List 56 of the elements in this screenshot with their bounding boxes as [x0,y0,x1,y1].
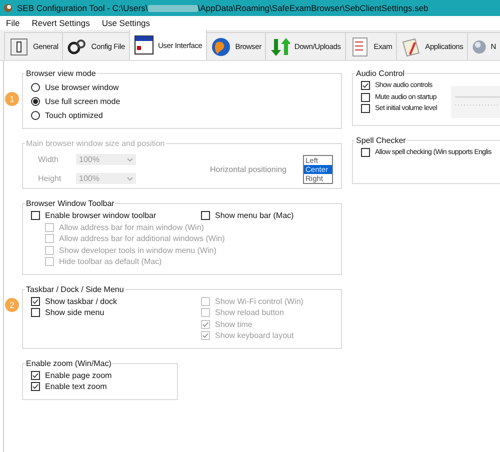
step-badge: 2 [5,298,19,312]
radio-label: Use browser window [45,82,119,92]
group-title: Spell Checker [355,136,407,145]
group-title: Audio Control [355,69,406,78]
field-label: Horizontal positioning [210,164,286,174]
radio-button[interactable] [31,96,40,106]
checkbox-label: Show Wi-Fi control (Win) [215,296,304,306]
gears-icon [67,36,88,56]
checkbox-label: Show side menu [45,308,104,318]
checkbox[interactable] [361,92,370,102]
globe-icon [211,36,232,56]
checkbox-label: Show developer tools in window menu (Win) [59,246,216,255]
radio-button[interactable] [31,82,40,92]
document-icon [350,36,370,56]
checkbox-label: Allow address bar for main window (Win) [59,222,204,232]
up-down-arrows-icon [270,36,290,56]
checkbox[interactable] [31,296,40,306]
checkbox-label: Show reload button [215,308,284,318]
field-label: Width [38,155,60,164]
radio-label: Use full screen mode [45,96,120,106]
checkbox[interactable] [361,148,370,158]
field-label: Height [38,174,62,183]
caret-icon [127,176,133,180]
checkbox-label: Hide toolbar as default (Mac) [59,257,162,266]
window-icon [134,35,154,55]
step-badge: 1 [5,92,19,106]
pen-paper-icon [401,36,422,56]
checkbox-label: Show time [215,320,252,329]
checkbox-label: Enable page zoom [45,370,112,380]
checkbox[interactable] [31,370,40,380]
checkbox-label: Enable text zoom [45,382,107,392]
checkbox[interactable] [201,211,210,220]
checkbox-label: Allow address bar for additional windows (Win) [59,234,225,244]
menu-item[interactable]: Use Settings [102,18,150,28]
checkbox[interactable] [361,104,370,114]
checkbox[interactable] [31,308,40,318]
checkbox[interactable] [31,211,40,220]
caret-icon [127,158,133,162]
checkbox[interactable] [31,382,40,392]
checkbox-label: Show menu bar (Mac) [215,211,294,220]
app-icon [3,3,13,13]
group-title: Browser view mode [25,69,97,78]
switch-icon [9,36,29,56]
group-title: Taskbar / Dock / Side Menu [25,284,125,294]
radio-button[interactable] [31,110,40,120]
group-title: Browser Window Toolbar [25,199,116,208]
window-title: SEB Configuration Tool - C:\Users\ \AppData\Roaming\SafeExamBrowser\SebClientSettings.seb [17,3,428,13]
checkbox[interactable] [361,81,370,90]
group-title: Enable zoom (Win/Mac) [25,358,112,368]
menu-item[interactable]: File [6,18,20,28]
checkbox-label: Show keyboard layout [215,331,294,340]
checkbox-label: Enable browser window toolbar [45,211,156,220]
group-title: Main browser window size and position [25,139,166,148]
radio-label: Touch optimized [45,110,103,120]
checkbox-label: Show taskbar / dock [45,296,118,306]
menu-item[interactable]: Revert Settings [32,18,90,28]
